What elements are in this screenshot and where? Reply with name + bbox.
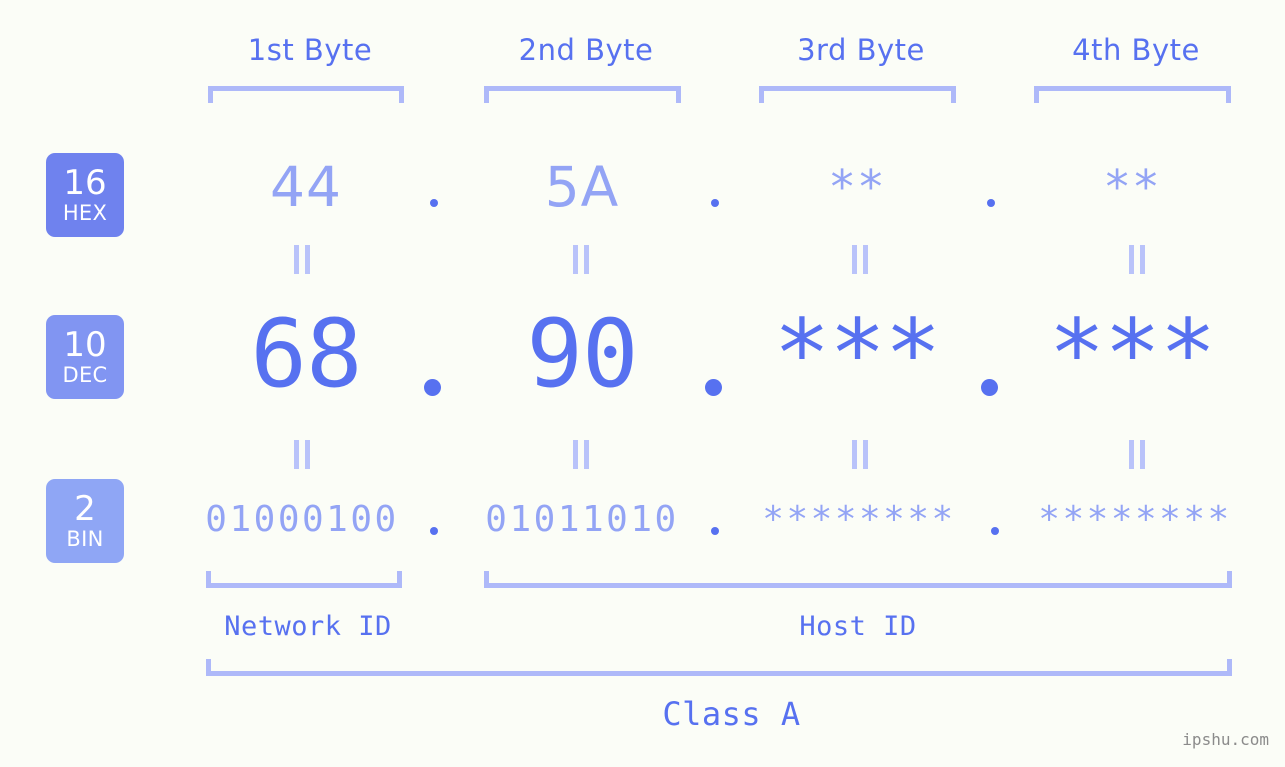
byte-header-label-4: 4th Byte <box>1072 33 1200 67</box>
radix-badge-dec: 10 DEC <box>46 315 124 399</box>
radix-badge-dec-unit: DEC <box>62 363 108 387</box>
bin-value-byte-1: 01000100 <box>205 499 399 540</box>
bin-value-byte-4: ******** <box>1038 499 1232 540</box>
hex-value-byte-4: ** <box>1103 160 1161 214</box>
network-id-caption: Network ID <box>224 611 392 642</box>
byte-header-label-3: 3rd Byte <box>797 33 925 67</box>
byte-bracket-4 <box>1034 86 1231 103</box>
byte-bracket-2 <box>484 86 681 103</box>
hex-value-byte-2: 5A <box>544 155 620 219</box>
ip-address-breakdown-diagram: 1st Byte 2nd Byte 3rd Byte 4th Byte 16 H… <box>0 0 1285 767</box>
radix-badge-hex-unit: HEX <box>62 201 108 225</box>
hex-separator-dot-2 <box>711 199 719 207</box>
bin-value-byte-3: ******** <box>762 499 956 540</box>
hex-separator-dot-3 <box>987 199 995 207</box>
dec-value-byte-1: 68 <box>250 300 362 409</box>
bin-separator-dot-3 <box>991 527 999 535</box>
equals-symbol-hex-dec-4 <box>1128 245 1146 274</box>
dec-separator-dot-2 <box>705 379 722 396</box>
radix-badge-hex-number: 16 <box>63 163 107 203</box>
host-id-caption: Host ID <box>799 611 917 642</box>
class-bracket <box>206 659 1232 676</box>
radix-badge-bin-unit: BIN <box>66 527 104 551</box>
equals-symbol-dec-bin-1 <box>293 440 311 469</box>
dec-value-byte-4: *** <box>1048 300 1217 409</box>
radix-badge-hex: 16 HEX <box>46 153 124 237</box>
equals-symbol-hex-dec-2 <box>572 245 590 274</box>
host-id-bracket <box>484 571 1232 588</box>
hex-value-byte-1: 44 <box>270 155 342 219</box>
byte-bracket-3 <box>759 86 956 103</box>
hex-separator-dot-1 <box>430 199 438 207</box>
equals-symbol-dec-bin-3 <box>851 440 869 469</box>
equals-symbol-hex-dec-1 <box>293 245 311 274</box>
class-caption: Class A <box>662 695 801 733</box>
equals-symbol-dec-bin-2 <box>572 440 590 469</box>
radix-badge-bin-number: 2 <box>74 489 96 529</box>
network-id-bracket <box>206 571 402 588</box>
byte-header-label-2: 2nd Byte <box>518 33 654 67</box>
equals-symbol-dec-bin-4 <box>1128 440 1146 469</box>
radix-badge-bin: 2 BIN <box>46 479 124 563</box>
radix-badge-dec-number: 10 <box>63 325 107 365</box>
dec-separator-dot-3 <box>981 379 998 396</box>
dec-separator-dot-1 <box>424 379 441 396</box>
dec-value-byte-2: 90 <box>526 300 638 409</box>
bin-separator-dot-1 <box>430 527 438 535</box>
bin-separator-dot-2 <box>711 527 719 535</box>
site-watermark: ipshu.com <box>1182 730 1269 749</box>
bin-value-byte-2: 01011010 <box>485 499 679 540</box>
byte-header-label-1: 1st Byte <box>247 33 373 67</box>
hex-value-byte-3: ** <box>828 160 886 214</box>
dec-value-byte-3: *** <box>773 300 942 409</box>
equals-symbol-hex-dec-3 <box>851 245 869 274</box>
byte-bracket-1 <box>208 86 404 103</box>
